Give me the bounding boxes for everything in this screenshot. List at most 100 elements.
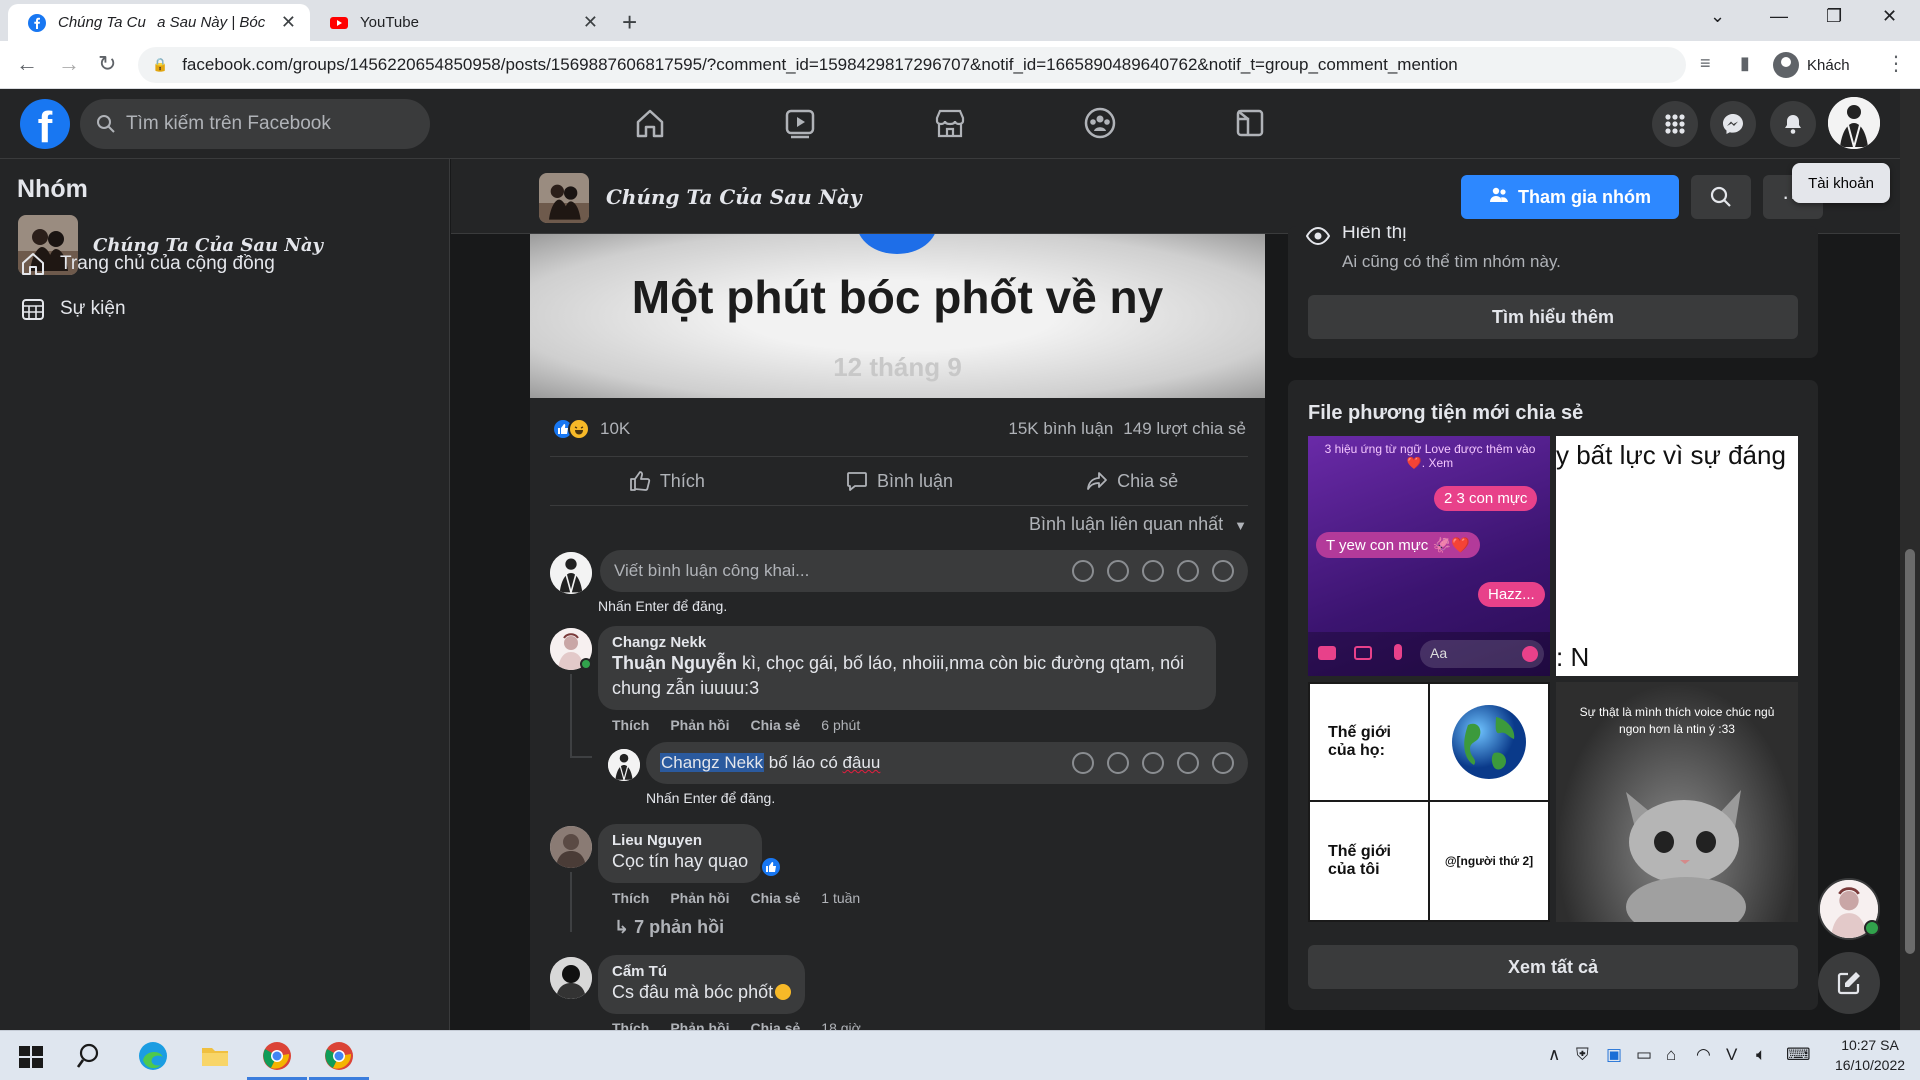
browser-menu-icon[interactable]: ⋮ [1886, 51, 1906, 76]
comment-like-link[interactable]: Thích [612, 890, 649, 906]
viewer-avatar[interactable] [550, 552, 592, 594]
back-button[interactable]: ← [16, 51, 38, 77]
join-group-button[interactable]: Tham gia nhóm [1461, 175, 1679, 219]
home-nav-icon[interactable] [630, 103, 670, 143]
share-button[interactable]: Chia sẻ [1015, 457, 1248, 505]
commenter-avatar[interactable] [550, 826, 592, 868]
taskbar-clock[interactable]: 10:27 SA 16/10/2022 [1824, 1035, 1916, 1075]
sticker-icon[interactable] [1212, 752, 1234, 774]
comment-count[interactable]: 15K bình luận [1008, 419, 1113, 439]
device-tray-icon[interactable]: ⌂ [1666, 1045, 1676, 1065]
page-scrollbar[interactable] [1900, 89, 1920, 1030]
tab-search-icon[interactable]: ⌄ [1710, 6, 1725, 27]
comment-reply-link[interactable]: Phản hồi [670, 717, 729, 733]
learn-more-button[interactable]: Tìm hiểu thêm [1308, 295, 1798, 339]
see-all-button[interactable]: Xem tất cả [1308, 945, 1798, 989]
avatar-sticker-icon[interactable] [1072, 560, 1094, 582]
reply-misspelled-word[interactable]: đâuu [843, 753, 881, 772]
commenter-avatar[interactable] [550, 957, 592, 999]
facebook-search-input[interactable]: Tìm kiếm trên Facebook [80, 99, 430, 149]
app-tray-icon[interactable]: ▣ [1606, 1045, 1622, 1065]
emoji-icon[interactable] [1107, 560, 1129, 582]
gaming-nav-icon[interactable] [1230, 103, 1270, 143]
url-input[interactable]: 🔒 facebook.com/groups/1456220654850958/p… [138, 47, 1686, 83]
new-tab-button[interactable]: + [622, 7, 637, 38]
group-header-thumbnail[interactable] [539, 173, 589, 223]
media-tile-meme-grid[interactable]: Thế giới của họ: Thế giới của tôi @[ngườ… [1308, 682, 1550, 922]
account-avatar[interactable] [1828, 97, 1880, 149]
comment-input[interactable]: Viết bình luận công khai... [600, 550, 1248, 592]
view-replies-link[interactable]: ↳ 7 phản hồi [614, 917, 724, 938]
new-message-button[interactable] [1818, 952, 1880, 1014]
windows-start-icon[interactable] [15, 1040, 47, 1072]
avatar-sticker-icon[interactable] [1072, 752, 1094, 774]
watch-nav-icon[interactable] [780, 103, 820, 143]
comment-time[interactable]: 6 phút [821, 717, 860, 733]
gif-icon[interactable] [1177, 752, 1199, 774]
chrome-icon[interactable] [323, 1040, 355, 1072]
comment-reply-link[interactable]: Phản hồi [670, 1020, 729, 1030]
wifi-icon[interactable]: ◠ [1696, 1045, 1711, 1065]
comment-author[interactable]: Cẩm Tú [612, 963, 791, 980]
minimize-button[interactable]: — [1770, 6, 1788, 27]
comment-share-link[interactable]: Chia sẻ [750, 1020, 800, 1030]
show-hidden-icons[interactable]: ∧ [1548, 1045, 1560, 1065]
messenger-button[interactable] [1710, 101, 1756, 147]
search-icon[interactable] [75, 1040, 107, 1072]
like-button[interactable]: Thích [550, 457, 783, 505]
media-tile-chat[interactable]: 3 hiệu ứng từ ngữ Love được thêm vào ❤️.… [1308, 436, 1550, 676]
menu-button[interactable] [1652, 101, 1698, 147]
emoji-icon[interactable] [1107, 752, 1129, 774]
vpn-icon[interactable]: V [1726, 1045, 1737, 1065]
comment-time[interactable]: 1 tuần [821, 890, 860, 906]
sticker-icon[interactable] [1212, 560, 1234, 582]
tab-youtube[interactable]: YouTube ✕ [310, 4, 612, 41]
scrollbar-thumb[interactable] [1905, 549, 1915, 954]
groups-nav-icon[interactable] [1080, 103, 1120, 143]
volume-icon[interactable]: 🔈︎ [1756, 1045, 1766, 1065]
maximize-button[interactable]: ❐ [1826, 6, 1842, 27]
reading-list-icon[interactable]: ≡ [1700, 53, 1711, 74]
group-search-button[interactable] [1691, 175, 1751, 219]
post-image[interactable]: Một phút bóc phốt về ny 12 tháng 9 [530, 234, 1265, 398]
reply-viewer-avatar[interactable] [608, 749, 640, 781]
comment-author[interactable]: Changz Nekk [612, 634, 1202, 651]
notifications-button[interactable] [1770, 101, 1816, 147]
keyboard-icon[interactable]: ⌨ [1786, 1045, 1811, 1065]
group-header-name[interactable]: Chúng Ta Của Sau Này [606, 185, 862, 209]
comment-mention[interactable]: Thuận Nguyễn [612, 653, 737, 673]
camera-icon[interactable] [1142, 560, 1164, 582]
close-tab-icon[interactable]: ✕ [281, 12, 296, 33]
comment-author[interactable]: Lieu Nguyen [612, 832, 748, 849]
camera-icon[interactable] [1142, 752, 1164, 774]
comment-share-link[interactable]: Chia sẻ [750, 890, 800, 906]
comment-like-link[interactable]: Thích [612, 1020, 649, 1030]
marketplace-nav-icon[interactable] [930, 103, 970, 143]
haha-reaction-icon[interactable] [568, 418, 590, 440]
security-shield-icon[interactable]: ⛨ [1576, 1045, 1589, 1065]
media-tile-kitten[interactable]: Sự thật là mình thích voice chúc ngủ ngo… [1556, 682, 1798, 922]
battery-icon[interactable]: ▭ [1636, 1045, 1652, 1065]
sidebar-item-community-home[interactable]: Trang chủ của cộng đồng [20, 251, 275, 277]
close-window-button[interactable]: ✕ [1882, 6, 1897, 27]
comment-like-link[interactable]: Thích [612, 717, 649, 733]
comment-button[interactable]: Bình luận [783, 457, 1016, 505]
reload-button[interactable]: ↻ [98, 51, 116, 77]
comment-time[interactable]: 18 giờ [821, 1020, 861, 1030]
facebook-logo-icon[interactable]: f [20, 99, 70, 149]
profile-button[interactable]: Khách [1773, 49, 1850, 81]
reply-input[interactable]: Changz Nekk bố láo có đâuu [646, 742, 1248, 784]
chrome-icon[interactable] [261, 1040, 293, 1072]
share-count[interactable]: 149 lượt chia sẻ [1123, 419, 1246, 439]
gif-icon[interactable] [1177, 560, 1199, 582]
sidebar-item-events[interactable]: Sự kiện [20, 296, 126, 322]
comment-sort-dropdown[interactable]: Bình luận liên quan nhất ▼ [1029, 514, 1247, 535]
comment-share-link[interactable]: Chia sẻ [750, 717, 800, 733]
file-explorer-icon[interactable] [199, 1040, 231, 1072]
forward-button[interactable]: → [58, 51, 80, 77]
reaction-count[interactable]: 10K [600, 419, 630, 439]
tab-facebook[interactable]: Chúng Ta Cu a Sau Này | Bóc ✕ [8, 4, 310, 41]
media-tile-text[interactable]: y bất lực vì sự đáng : N [1556, 436, 1798, 676]
comment-reply-link[interactable]: Phản hồi [670, 890, 729, 906]
comment-like-reaction-icon[interactable] [760, 856, 782, 878]
